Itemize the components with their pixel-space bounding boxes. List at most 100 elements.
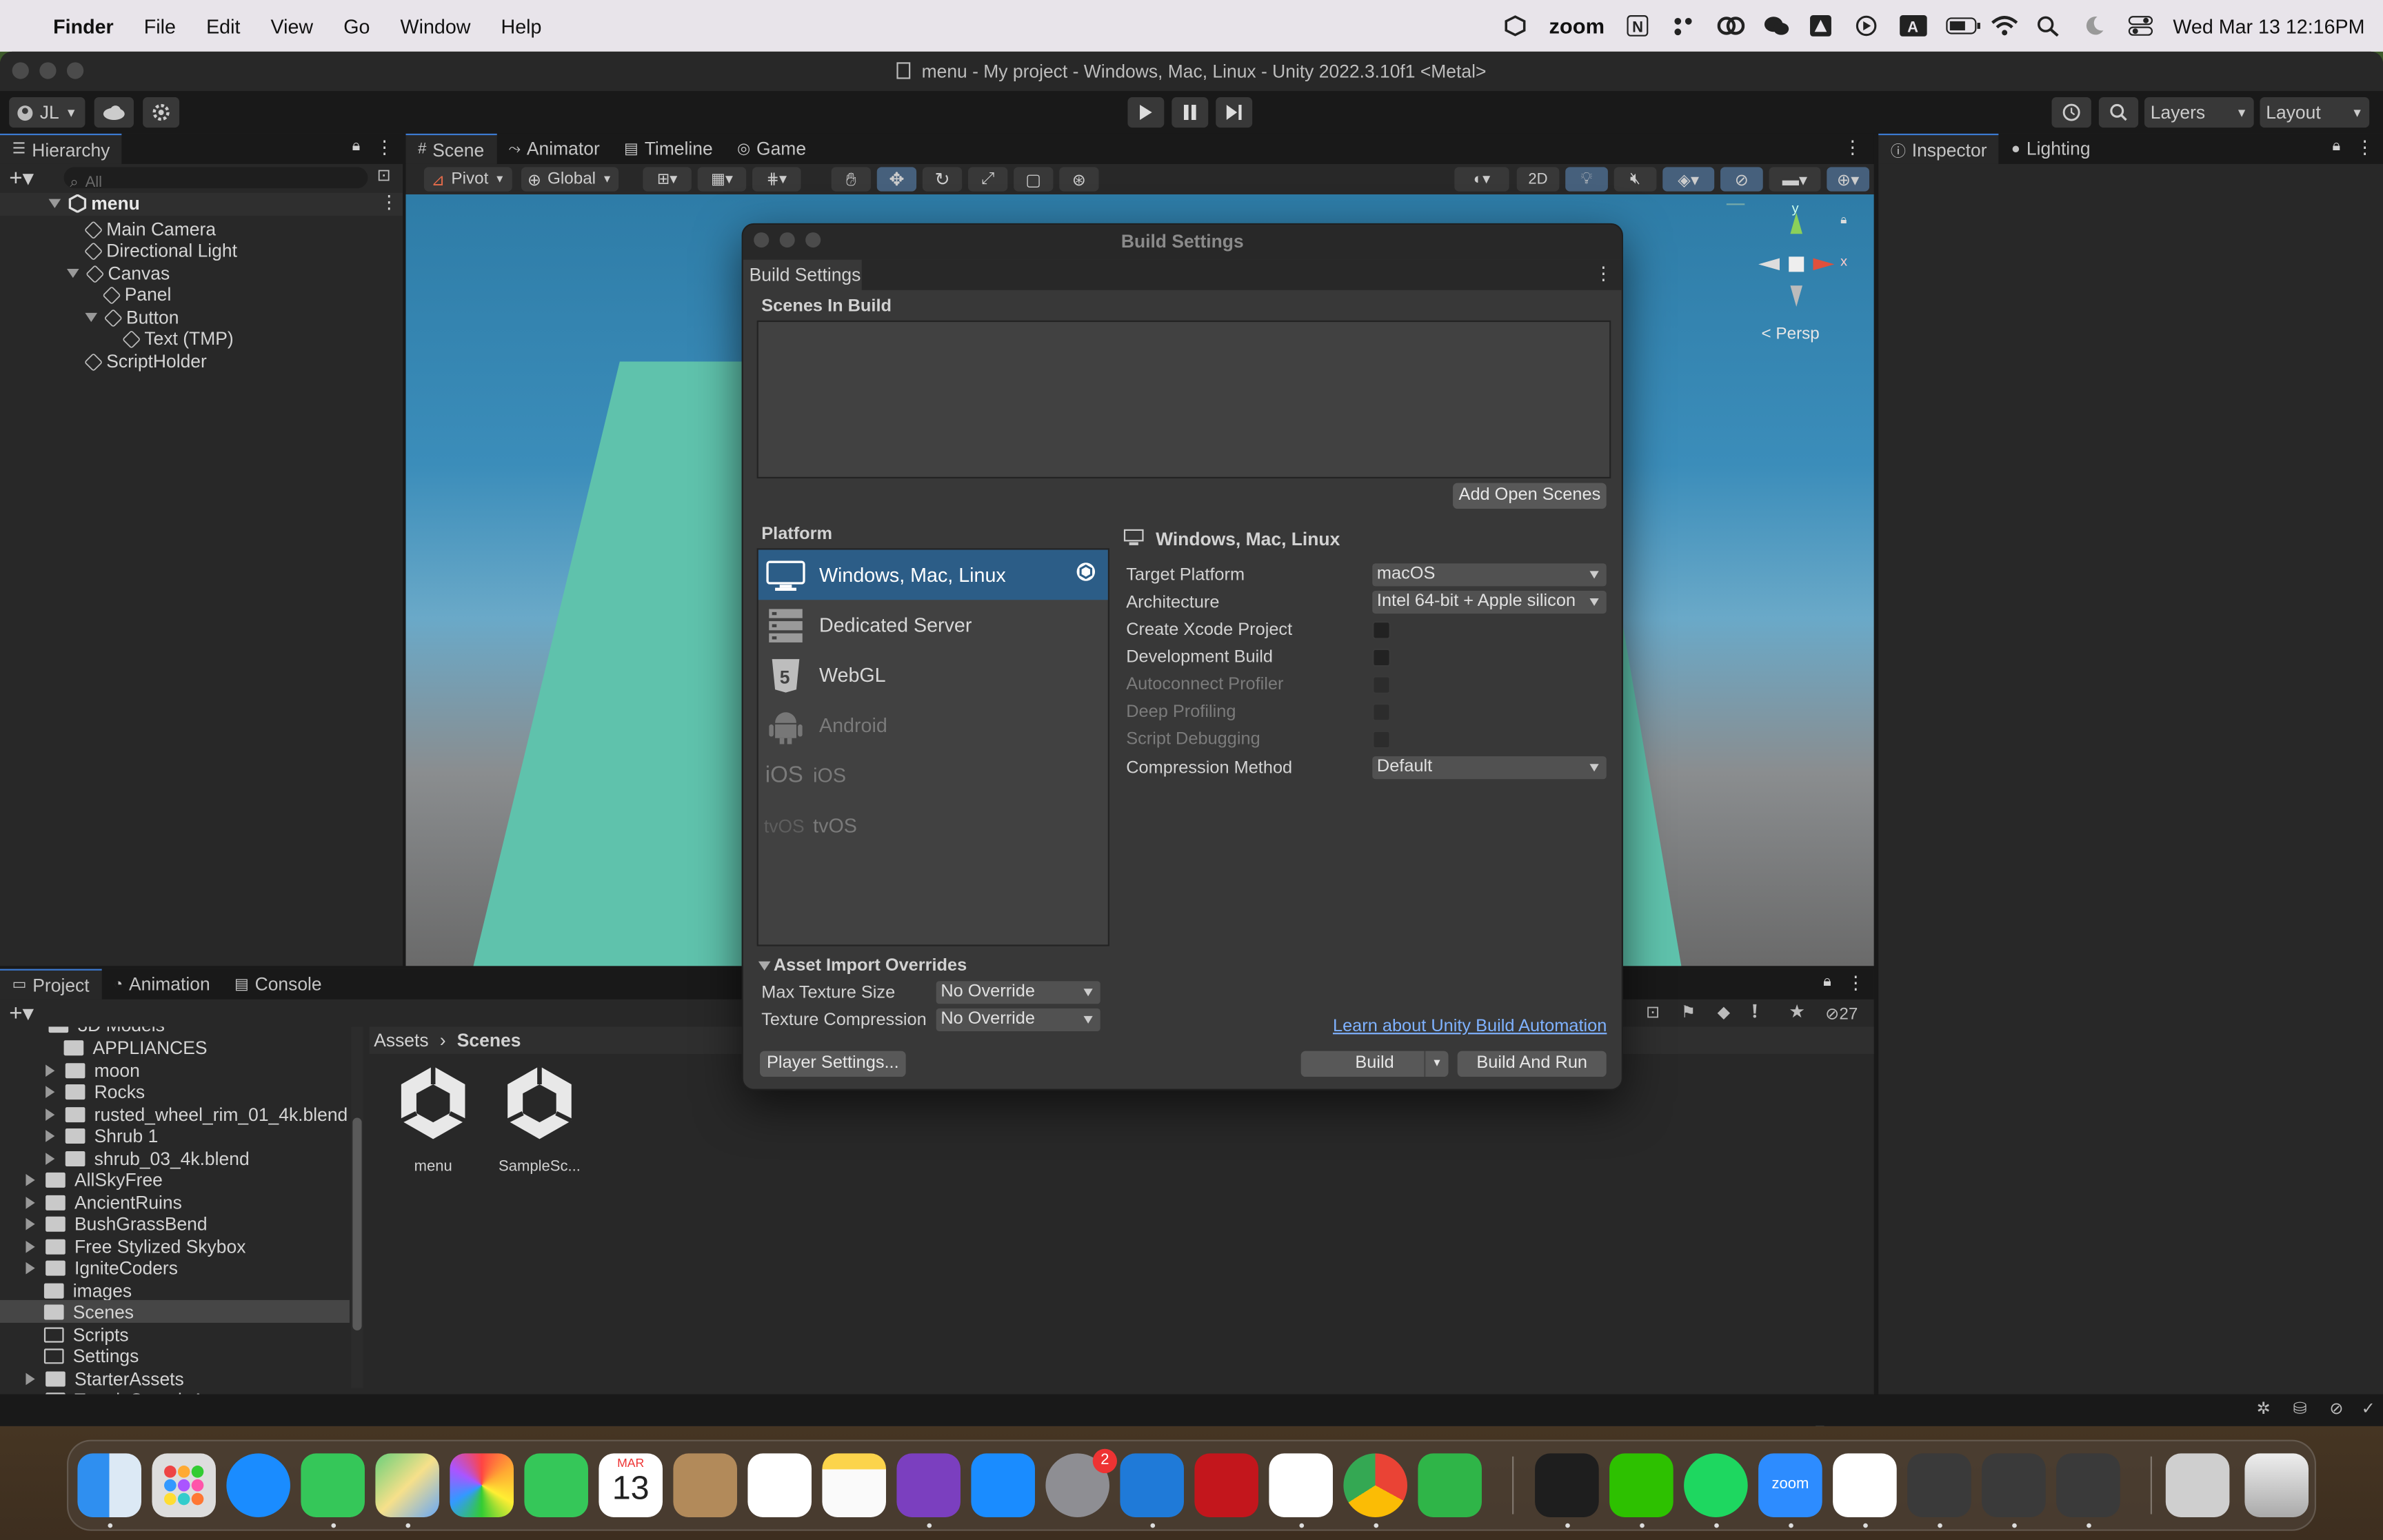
reminders-icon[interactable]	[747, 1453, 812, 1517]
zoom-window-button[interactable]	[66, 62, 84, 79]
menu-edit[interactable]: Edit	[191, 14, 255, 37]
move-tool-button[interactable]: ✥	[876, 167, 917, 192]
asset-import-overrides-foldout[interactable]: Asset Import Overrides	[758, 957, 967, 978]
folder-item[interactable]: Settings	[43, 1346, 139, 1367]
platform-windows-mac-linux[interactable]: Windows, Mac, Linux	[758, 549, 1108, 600]
folder-item[interactable]: APPLIANCES	[63, 1037, 208, 1059]
expand-arrow-icon[interactable]	[66, 268, 79, 278]
folder-item[interactable]: IgniteCoders	[26, 1257, 178, 1279]
expand-arrow-icon[interactable]	[46, 1108, 55, 1121]
expand-arrow-icon[interactable]	[46, 1086, 55, 1098]
folder-item[interactable]: Shrub 1	[46, 1126, 158, 1146]
chrome-icon[interactable]	[1343, 1453, 1407, 1517]
folder-item[interactable]: Free Stylized Skybox	[26, 1236, 245, 1257]
toggle-2d-button[interactable]: 2D	[1516, 167, 1560, 192]
texture-compression-dropdown[interactable]: No Override	[936, 1008, 1100, 1031]
tab-lighting[interactable]: ● Lighting	[1999, 134, 2102, 164]
finder-icon[interactable]	[77, 1453, 141, 1517]
play-circle-icon[interactable]	[1853, 15, 1878, 37]
facetime-icon[interactable]	[524, 1453, 588, 1517]
spotify-icon[interactable]	[1684, 1453, 1748, 1517]
zoom-status-label[interactable]: zoom	[1549, 14, 1605, 38]
camera-settings-button[interactable]: ▬▾	[1769, 167, 1821, 192]
breadcrumb-scenes[interactable]: Scenes	[457, 1030, 521, 1051]
debug-bug-icon[interactable]: ✲	[2257, 1399, 2271, 1418]
folder-item[interactable]: Scripts	[43, 1324, 129, 1346]
menu-file[interactable]: File	[129, 14, 191, 37]
hierarchy-item[interactable]: Text (TMP)	[121, 328, 234, 349]
rect-tool-button[interactable]: ▢	[1014, 167, 1054, 192]
global-dropdown[interactable]: ⊕ Global ▼	[521, 167, 619, 192]
tag-icon[interactable]: ◆	[1718, 1002, 1731, 1022]
kebab-menu-icon[interactable]: ⋮	[380, 192, 398, 213]
hierarchy-item[interactable]: Button	[85, 307, 179, 328]
slack-icon[interactable]	[1269, 1453, 1333, 1517]
expand-arrow-icon[interactable]	[48, 199, 61, 208]
wechat-icon[interactable]	[1609, 1453, 1673, 1517]
search-by-label-icon[interactable]: ⚑	[1681, 1002, 1696, 1022]
trash-icon[interactable]	[2244, 1453, 2309, 1517]
focus-moon-icon[interactable]	[2082, 15, 2106, 37]
notion-icon[interactable]	[1833, 1453, 1897, 1517]
wifi-icon[interactable]	[1991, 15, 2018, 37]
unity-status-icon[interactable]	[1503, 15, 1527, 37]
spotlight-search-icon[interactable]	[2036, 15, 2060, 37]
folder-item[interactable]: moon	[46, 1060, 140, 1082]
keyboard-input-icon[interactable]: A	[1899, 15, 1927, 37]
close-window-button[interactable]	[12, 62, 29, 79]
contacts-icon[interactable]	[673, 1453, 737, 1517]
shading-mode-button[interactable]: ◐▾	[1454, 167, 1509, 192]
hierarchy-item[interactable]: Canvas	[66, 263, 170, 284]
acrobat-icon[interactable]	[1194, 1453, 1258, 1517]
script-debugging-checkbox[interactable]	[1372, 730, 1391, 749]
cache-server-icon[interactable]: ⛁	[2293, 1399, 2306, 1418]
expand-arrow-icon[interactable]	[26, 1240, 35, 1253]
tab-animator[interactable]: ⤳ Animator	[496, 134, 612, 164]
hidden-packages-toggle[interactable]: ⊘27	[1825, 1004, 1858, 1023]
add-plus-icon[interactable]: +▾	[9, 1000, 34, 1026]
app-store-icon[interactable]	[971, 1453, 1035, 1517]
platform-tvos[interactable]: tvOS tvOS	[758, 800, 1108, 851]
development-build-checkbox[interactable]	[1372, 648, 1391, 667]
gizmos-button[interactable]: ⊕▾	[1827, 167, 1870, 192]
folder-item-selected[interactable]: Scenes	[43, 1301, 134, 1323]
scene-orientation-gizmo[interactable]: y x 🔒︎	[1728, 201, 1849, 328]
tab-hierarchy[interactable]: ☰ Hierarchy	[0, 133, 123, 164]
adobe-status-icon[interactable]	[1808, 15, 1832, 37]
grid-status-icon[interactable]	[1671, 15, 1696, 37]
folder-item[interactable]: BushGrassBend	[26, 1213, 208, 1235]
hand-tool-button[interactable]: ✋︎	[831, 167, 871, 192]
folder-item[interactable]: Rocks	[46, 1082, 145, 1102]
effects-toggle-button[interactable]: ◈▾	[1662, 167, 1715, 192]
warning-filter-icon[interactable]: ❗︎	[1752, 1001, 1757, 1024]
photos-icon[interactable]	[450, 1453, 514, 1517]
unity-hub-icon[interactable]	[1907, 1453, 1971, 1517]
scale-tool-button[interactable]: ⤢	[968, 167, 1008, 192]
expand-arrow-icon[interactable]	[26, 1217, 35, 1230]
hierarchy-item[interactable]: Panel	[102, 284, 171, 305]
kebab-menu-icon[interactable]: ⋮	[1594, 263, 1612, 284]
figma-icon[interactable]	[1535, 1453, 1599, 1517]
lock-icon[interactable]: 🔒︎	[346, 134, 366, 164]
scene-search-icon[interactable]: ⊡	[377, 165, 391, 185]
menu-window[interactable]: Window	[385, 14, 485, 37]
tab-game[interactable]: ◎ Game	[725, 134, 818, 164]
expand-arrow-icon[interactable]	[46, 1153, 55, 1165]
scrollbar-thumb[interactable]	[352, 1117, 362, 1330]
tab-inspector[interactable]: ⓘ Inspector	[1878, 133, 2000, 164]
compression-method-dropdown[interactable]: Default	[1372, 756, 1607, 780]
kebab-menu-icon[interactable]: ⋮	[366, 134, 403, 164]
minimize-window-button[interactable]	[39, 62, 57, 79]
expand-arrow-icon[interactable]	[46, 1064, 55, 1077]
unity-editor-icon[interactable]	[1982, 1453, 2046, 1517]
folder-item[interactable]: AncientRuins	[26, 1192, 182, 1213]
unity-editor-icon[interactable]	[2056, 1453, 2120, 1517]
build-and-run-button[interactable]: Build And Run	[1457, 1051, 1607, 1077]
search-button[interactable]	[2098, 97, 2139, 128]
dialog-minimize-button[interactable]	[779, 232, 795, 248]
tree-scrollbar[interactable]	[351, 1026, 363, 1388]
hierarchy-root-row[interactable]: menu ⋮	[0, 192, 403, 216]
step-button[interactable]	[1216, 97, 1253, 128]
launchpad-icon[interactable]	[152, 1453, 216, 1517]
hierarchy-item[interactable]: Directional Light	[83, 240, 237, 261]
